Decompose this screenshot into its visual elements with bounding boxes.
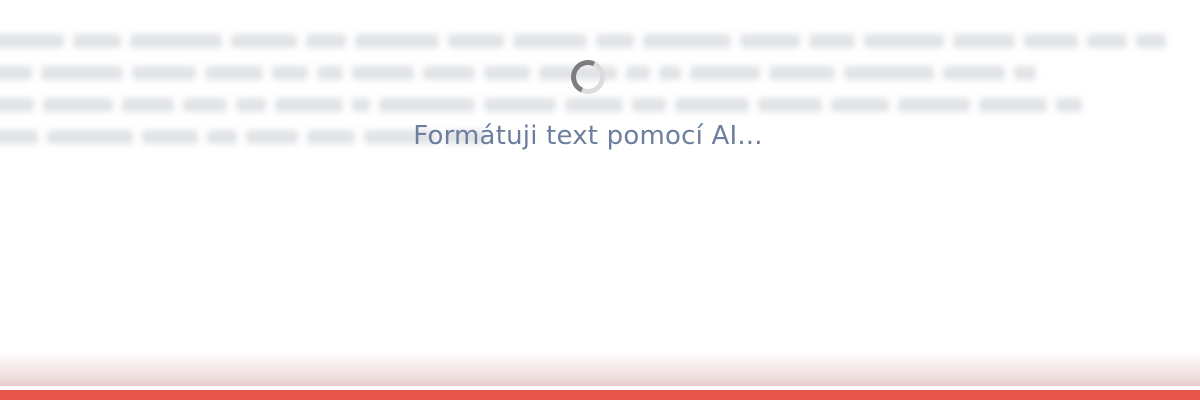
loading-indicator: Formátuji text pomocí AI... <box>0 55 1176 151</box>
bottom-accent-bar <box>0 390 1200 400</box>
spinner-icon <box>566 55 610 99</box>
bottom-shadow <box>0 350 1200 386</box>
loading-status-text: Formátuji text pomocí AI... <box>413 121 763 151</box>
loading-overlay: Formátuji text pomocí AI... <box>0 0 1200 400</box>
app-stage: Formátuji text pomocí AI... <box>0 0 1200 400</box>
